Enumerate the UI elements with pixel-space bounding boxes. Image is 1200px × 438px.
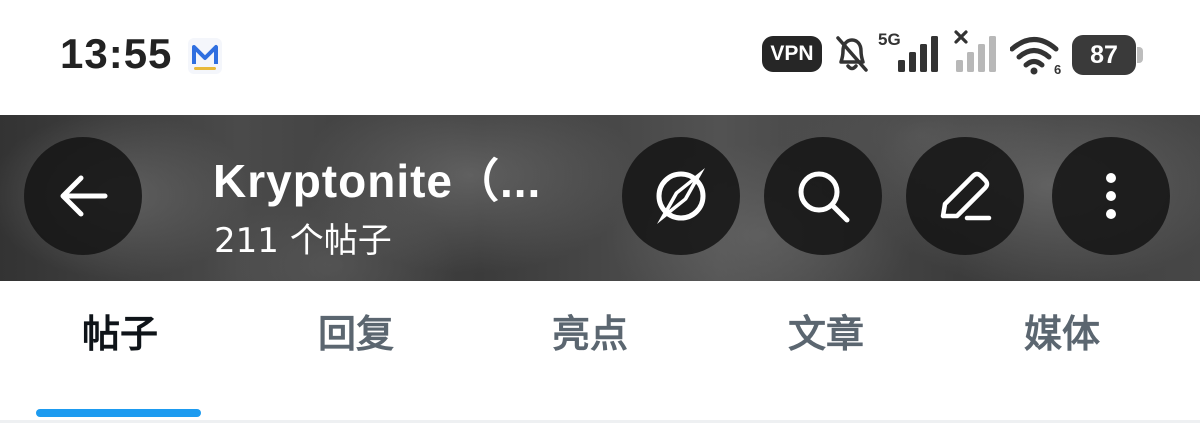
post-count: 211 个帖子 [214,221,392,261]
signal-5g-icon: 5G [878,30,938,72]
tab-label: 亮点 [551,312,628,356]
compose-button[interactable] [906,137,1024,255]
arrow-left-icon [60,175,108,217]
divider [0,420,1200,423]
tab-posts[interactable]: 帖子 [0,281,240,423]
status-bar: 13:55 VPN 5G 6 87 [0,0,1200,112]
search-icon [798,171,850,223]
network-type-label: 5G [878,30,901,49]
wifi-icon: 6 [1010,37,1061,76]
mail-app-icon [188,38,222,74]
signal-no-service-icon [954,30,996,72]
tab-media[interactable]: 媒体 [942,281,1182,423]
battery-level: 87 [1072,35,1136,75]
active-tab-indicator [36,409,201,417]
pencil-icon [940,171,992,221]
explore-button[interactable] [622,137,740,255]
battery-icon: 87 [1072,35,1144,75]
status-time: 13:55 [60,30,173,77]
tab-label: 帖子 [81,312,158,356]
profile-header: Kryptonite（... 211 个帖子 [0,115,1200,281]
battery-tip [1137,47,1143,63]
bell-muted-icon [836,36,868,72]
profile-name: Kryptonite（... [213,155,542,207]
tab-label: 文章 [787,312,864,356]
tab-label: 回复 [317,312,394,356]
vpn-badge: VPN [762,36,822,72]
more-options-button[interactable] [1052,137,1170,255]
compass-icon [656,168,706,224]
more-vertical-icon [1106,173,1116,219]
profile-tabs: 帖子 回复 亮点 文章 媒体 [0,281,1200,423]
tab-label: 媒体 [1023,312,1100,356]
tab-highlights[interactable]: 亮点 [470,281,710,423]
tab-articles[interactable]: 文章 [706,281,946,423]
svg-text:6: 6 [1054,62,1061,76]
app-screen: 13:55 VPN 5G 6 87 Kryptonite（... 211 个帖子… [0,0,1200,438]
tab-replies[interactable]: 回复 [236,281,476,423]
back-button[interactable] [24,137,142,255]
search-button[interactable] [764,137,882,255]
